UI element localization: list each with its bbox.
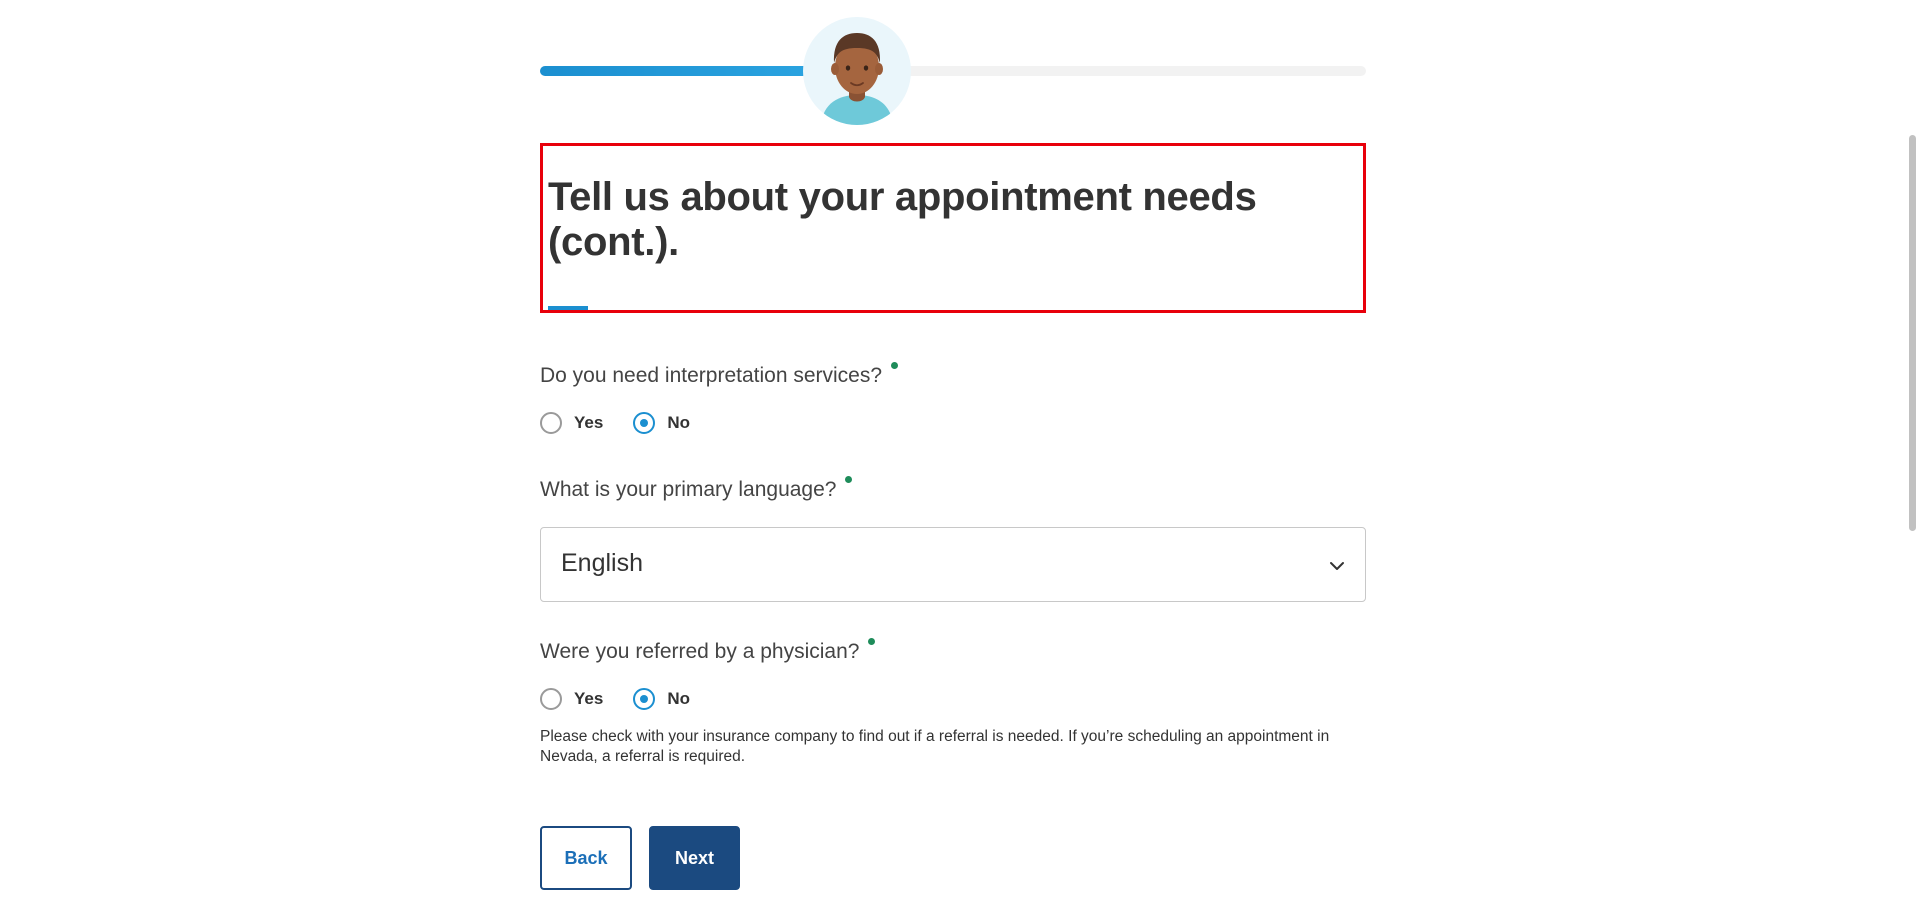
interpretation-yes-radio[interactable] <box>540 412 562 434</box>
next-button[interactable]: Next <box>649 826 740 890</box>
vertical-scrollbar[interactable] <box>1905 0 1920 919</box>
referral-yes-radio[interactable] <box>540 688 562 710</box>
interpretation-no-option[interactable]: No <box>633 412 690 434</box>
scrollbar-thumb[interactable] <box>1909 135 1916 531</box>
heading-highlight-box: Tell us about your appointment needs (co… <box>540 143 1366 313</box>
avatar-icon <box>803 17 911 125</box>
primary-language-select[interactable]: English <box>540 527 1366 602</box>
interpretation-radio-group: Yes No <box>540 410 720 436</box>
required-indicator-icon <box>845 476 853 483</box>
interpretation-yes-label: Yes <box>574 413 604 432</box>
referral-yes-option[interactable]: Yes <box>540 688 603 710</box>
required-indicator-icon <box>891 362 899 369</box>
progress-fill <box>540 66 813 76</box>
referral-question-label: Were you referred by a physician? <box>540 638 876 664</box>
progress-bar <box>540 66 1366 76</box>
language-question-text: What is your primary language? <box>540 478 837 501</box>
title-accent-line <box>548 306 588 310</box>
primary-language-value: English <box>561 549 643 577</box>
required-indicator-icon <box>868 638 876 645</box>
interpretation-no-radio[interactable] <box>633 412 656 434</box>
interpretation-yes-option[interactable]: Yes <box>540 412 603 434</box>
referral-no-option[interactable]: No <box>633 688 690 710</box>
page-title: Tell us about your appointment needs (co… <box>548 175 1257 264</box>
chevron-down-icon <box>1330 562 1344 570</box>
referral-question-text: Were you referred by a physician? <box>540 640 860 663</box>
referral-yes-label: Yes <box>574 689 604 708</box>
referral-no-radio[interactable] <box>633 688 656 710</box>
referral-radio-group: Yes No <box>540 686 720 712</box>
referral-note: Please check with your insurance company… <box>540 728 1330 765</box>
interpretation-question-text: Do you need interpretation services? <box>540 364 883 387</box>
back-button[interactable]: Back <box>540 826 632 890</box>
language-question-label: What is your primary language? <box>540 476 853 502</box>
referral-no-label: No <box>667 689 690 708</box>
interpretation-no-label: No <box>667 413 690 432</box>
interpretation-question-label: Do you need interpretation services? <box>540 362 899 388</box>
